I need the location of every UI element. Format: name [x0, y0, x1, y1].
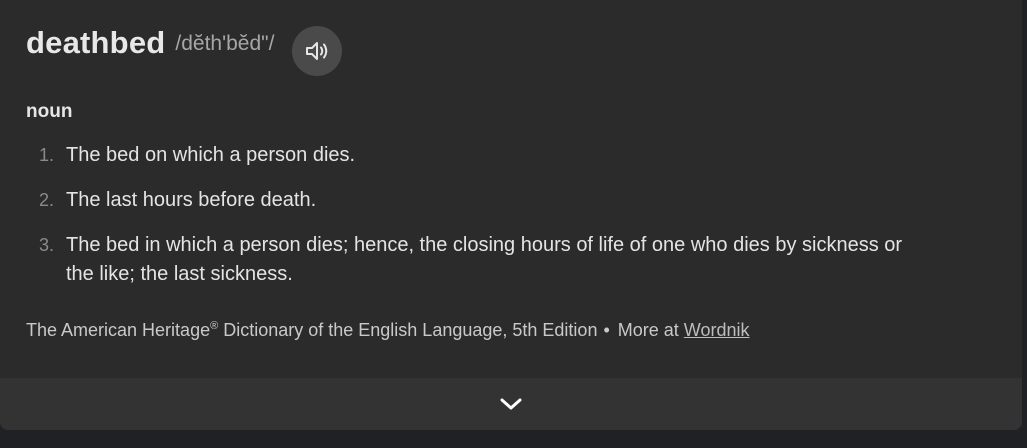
definition-text: The bed in which a person dies; hence, t…	[66, 234, 903, 285]
play-pronunciation-button[interactable]	[292, 26, 343, 76]
pronunciation: /dĕth'bĕd"/	[175, 32, 275, 55]
headword: deathbed	[26, 25, 166, 60]
separator-bullet: •	[603, 320, 610, 340]
definition-number: 2.	[38, 190, 54, 210]
chevron-down-icon	[500, 398, 522, 410]
definition-number: 3.	[38, 235, 54, 255]
definition-number: 1.	[38, 145, 54, 165]
wordnik-link[interactable]: Wordnik	[684, 320, 750, 340]
registered-mark: ®	[210, 320, 219, 332]
speaker-icon	[306, 42, 328, 60]
definition-item: 1. The bed on which a person dies.	[26, 141, 906, 170]
definition-item: 3. The bed in which a person dies; hence…	[26, 231, 906, 289]
definition-list: 1. The bed on which a person dies. 2. Th…	[26, 141, 906, 305]
expand-button[interactable]	[0, 378, 1022, 430]
definition-item: 2. The last hours before death.	[26, 186, 906, 215]
definition-text: The last hours before death.	[66, 189, 317, 211]
source-name-prefix: The American Heritage	[26, 320, 211, 340]
part-of-speech: noun	[26, 101, 73, 122]
definition-text: The bed on which a person dies.	[66, 144, 356, 166]
dictionary-card: deathbed /dĕth'bĕd"/ noun 1. The bed on …	[0, 0, 1022, 430]
source-attribution: The American Heritage® Dictionary of the…	[26, 320, 750, 341]
source-name-suffix: Dictionary of the English Language, 5th …	[218, 320, 598, 340]
more-at-label: More at	[617, 320, 684, 340]
entry-header: deathbed /dĕth'bĕd"/	[26, 24, 343, 76]
